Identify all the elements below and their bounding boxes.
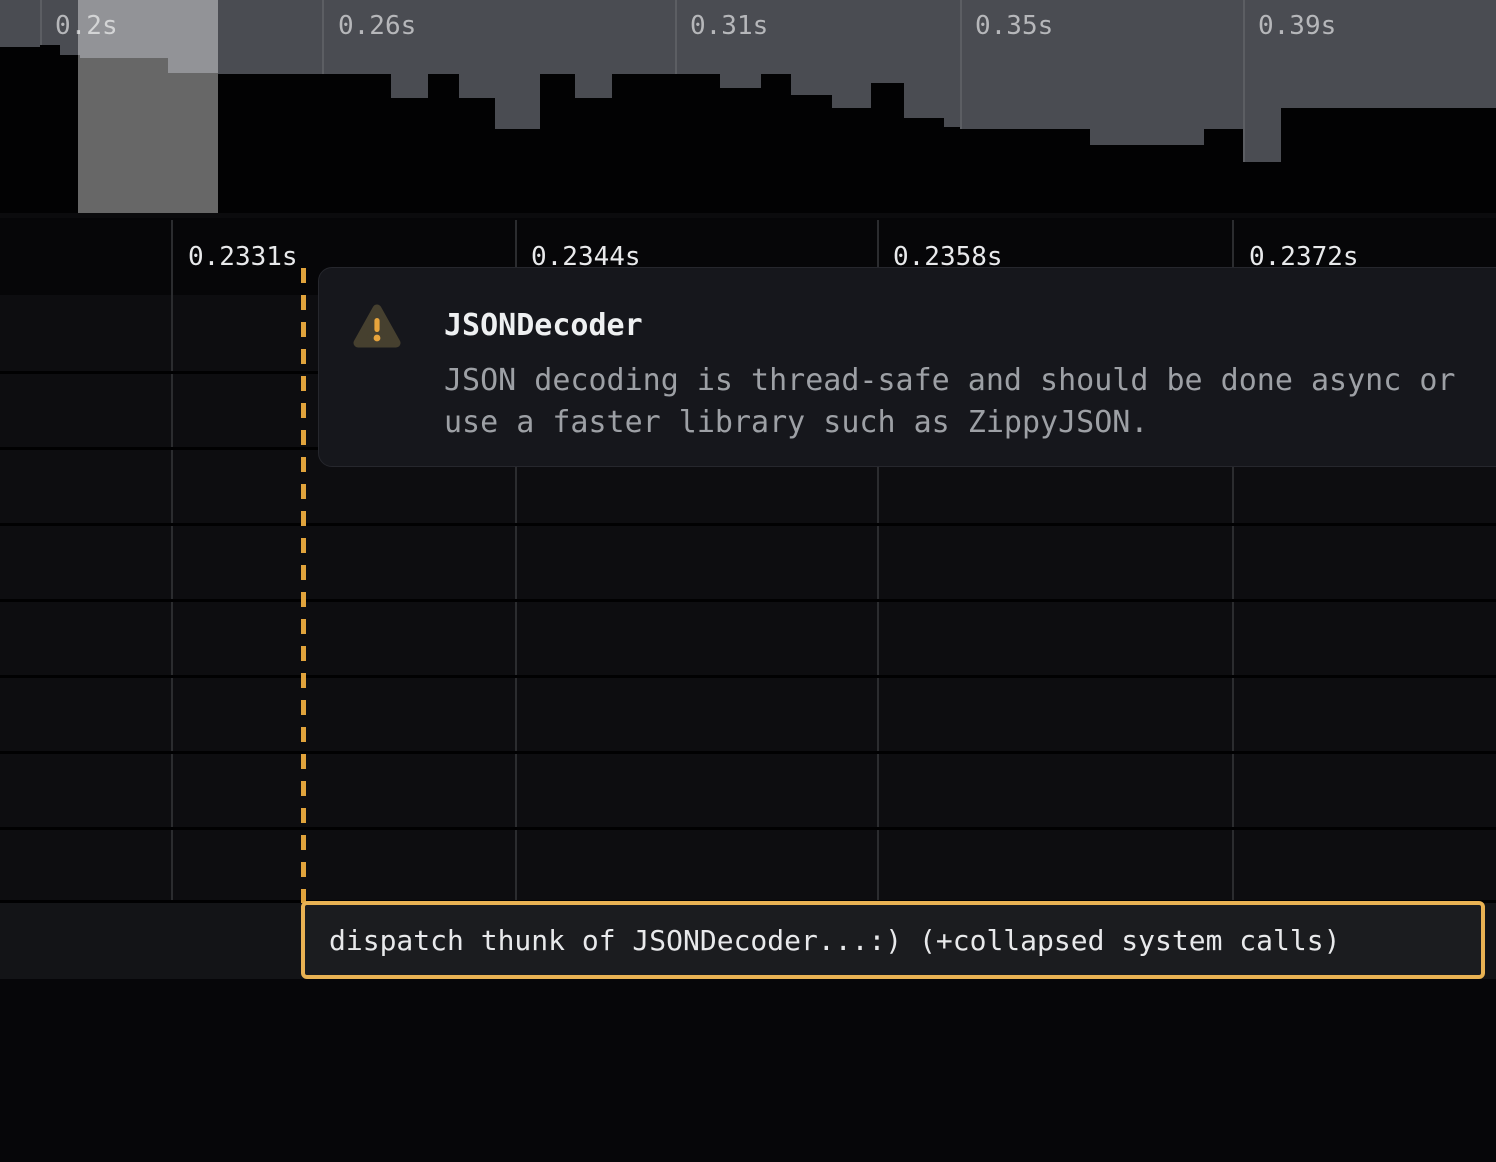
- ruler-time-label-0: 0.2331s: [188, 242, 298, 272]
- row-separator-5: [0, 751, 1496, 754]
- minimap-time-label-4: 0.39s: [1258, 11, 1336, 41]
- row-separator-2: [0, 523, 1496, 526]
- minimap-depth-bar-10: [540, 74, 575, 213]
- minimap-time-label-3: 0.35s: [975, 11, 1053, 41]
- row-separator-4: [0, 675, 1496, 678]
- minimap-time-label-1: 0.26s: [338, 11, 416, 41]
- tooltip-body: JSON decoding is thread-safe and should …: [444, 360, 1455, 444]
- row-separator-6: [0, 827, 1496, 830]
- minimap-depth-bar-1: [40, 45, 60, 213]
- warning-tooltip: JSONDecoder JSON decoding is thread-safe…: [318, 267, 1496, 467]
- minimap-depth-bar-5: [218, 74, 391, 213]
- minimap-depth-bar-16: [832, 108, 871, 213]
- minimap-depth-bar-18: [904, 118, 944, 213]
- minimap-depth-bar-15: [791, 95, 832, 213]
- selected-frame-row[interactable]: dispatch thunk of JSONDecoder...:) (+col…: [301, 901, 1485, 979]
- tooltip-title: JSONDecoder: [444, 308, 643, 343]
- minimap-depth-bar-12: [612, 74, 720, 213]
- row-separator-3: [0, 599, 1496, 602]
- minimap-time-label-2: 0.31s: [690, 11, 768, 41]
- tooltip-body-line1: JSON decoding is thread-safe and should …: [444, 363, 1455, 398]
- minimap-depth-bar-24: [1281, 108, 1496, 213]
- minimap-depth-bar-22: [1204, 129, 1243, 213]
- minimap-depth-bar-23: [1243, 162, 1281, 213]
- selection-marker-dashed-line: [301, 268, 306, 903]
- minimap-depth-bar-17: [871, 83, 904, 213]
- minimap-depth-bar-9: [495, 129, 540, 213]
- minimap-depth-bar-2: [60, 55, 80, 213]
- minimap-depth-bar-14: [761, 74, 791, 213]
- minimap-depth-bar-11: [575, 98, 612, 213]
- minimap-selection-overlay[interactable]: [78, 0, 218, 213]
- selected-frame-label: dispatch thunk of JSONDecoder...:) (+col…: [329, 924, 1340, 957]
- minimap-depth-bar-0: [0, 47, 40, 213]
- minimap-depth-bar-6: [391, 98, 428, 213]
- timeline-minimap[interactable]: 0.2s0.26s0.31s0.35s0.39s: [0, 0, 1496, 213]
- profiler-trace-view: 0.2s0.26s0.31s0.35s0.39s 0.2331s0.2344s0…: [0, 0, 1496, 1162]
- tooltip-body-line2: use a faster library such as ZippyJSON.: [444, 405, 1148, 440]
- minimap-depth-bar-20: [960, 129, 1090, 213]
- minimap-depth-bar-13: [720, 88, 761, 213]
- minimap-depth-bar-7: [428, 74, 459, 213]
- minimap-depth-bar-8: [459, 98, 495, 213]
- minimap-depth-bar-19: [944, 127, 960, 213]
- warning-triangle-icon: [352, 302, 402, 350]
- minimap-depth-bar-21: [1090, 145, 1204, 213]
- collapsed-rows-region: [0, 979, 1496, 1162]
